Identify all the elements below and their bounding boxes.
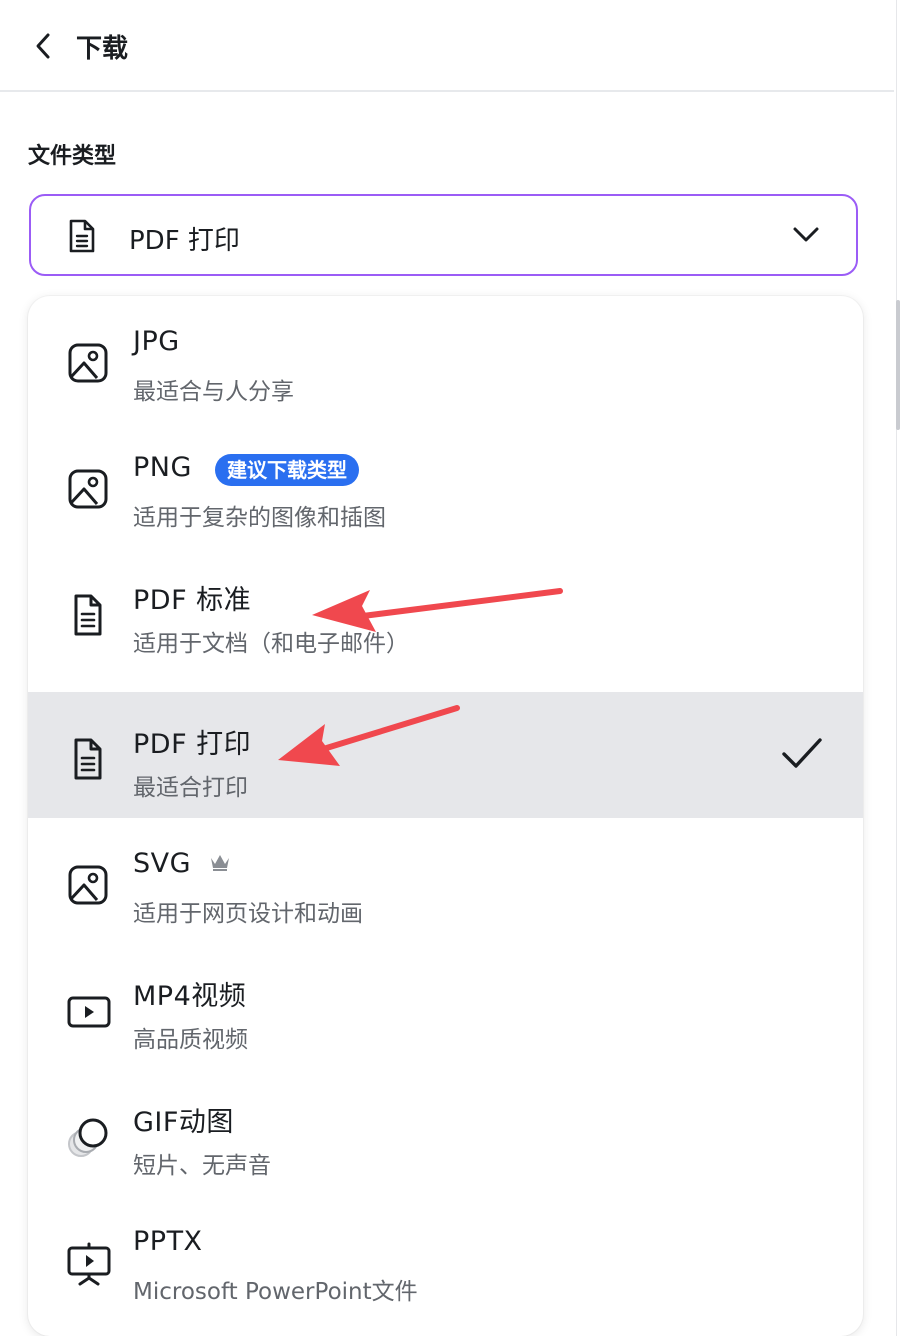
page-title: 下载: [76, 34, 129, 64]
panel-header: 下载: [0, 0, 894, 92]
option-name: PDF 标准: [133, 585, 252, 616]
document-icon: [69, 219, 95, 253]
option-description: 短片、无声音: [133, 1153, 271, 1179]
scrollbar[interactable]: [896, 300, 900, 430]
checkmark-icon: [782, 738, 822, 768]
option-name: PPTX: [133, 1226, 203, 1257]
option-name: MP4视频: [133, 981, 247, 1012]
presentation-icon: [67, 1242, 111, 1286]
image-icon: [68, 343, 108, 383]
document-icon: [74, 594, 102, 636]
option-description: 适用于网页设计和动画: [133, 901, 363, 927]
image-icon: [68, 469, 108, 509]
option-mp4[interactable]: MP4视频 高品质视频: [28, 944, 863, 1070]
chevron-left-icon: [36, 33, 50, 59]
option-description: Microsoft PowerPoint文件: [133, 1279, 418, 1305]
option-gif[interactable]: GIF动图 短片、无声音: [28, 1070, 863, 1196]
back-button[interactable]: [28, 24, 64, 68]
option-png[interactable]: PNG 建议下载类型 适用于复杂的图像和插图: [28, 422, 863, 548]
option-name: PNG: [133, 452, 192, 483]
image-icon: [68, 865, 108, 905]
chevron-down-icon: [793, 227, 819, 242]
video-icon: [67, 996, 111, 1028]
option-pdf-standard[interactable]: PDF 标准 适用于文档（和电子邮件）: [28, 548, 863, 674]
download-panel: 下载 文件类型 PDF 打印 JPG 最适合与人分享 PNG 建议下载类型 适用…: [0, 0, 897, 1336]
file-type-select[interactable]: PDF 打印: [29, 194, 858, 276]
option-svg[interactable]: SVG 适用于网页设计和动画: [28, 818, 863, 944]
option-pptx[interactable]: PPTX Microsoft PowerPoint文件: [28, 1196, 863, 1322]
crown-icon: [211, 855, 229, 871]
option-description: 适用于文档（和电子邮件）: [133, 631, 409, 657]
recommended-badge: 建议下载类型: [215, 454, 359, 486]
option-description: 高品质视频: [133, 1027, 248, 1053]
option-name: GIF动图: [133, 1107, 234, 1138]
option-name: SVG: [133, 848, 192, 879]
option-name: PDF 打印: [133, 729, 252, 760]
option-name: JPG: [133, 326, 180, 357]
gif-icon: [68, 1118, 108, 1157]
file-type-label: 文件类型: [28, 144, 117, 169]
document-icon: [74, 738, 102, 780]
option-jpg[interactable]: JPG 最适合与人分享: [28, 296, 863, 422]
file-type-menu: JPG 最适合与人分享 PNG 建议下载类型 适用于复杂的图像和插图 PDF 标…: [28, 296, 863, 1336]
option-pdf-print[interactable]: PDF 打印 最适合打印: [28, 692, 863, 818]
file-type-value: PDF 打印: [129, 226, 240, 256]
option-description: 最适合与人分享: [133, 379, 294, 405]
option-description: 最适合打印: [133, 775, 248, 801]
option-description: 适用于复杂的图像和插图: [133, 505, 386, 531]
